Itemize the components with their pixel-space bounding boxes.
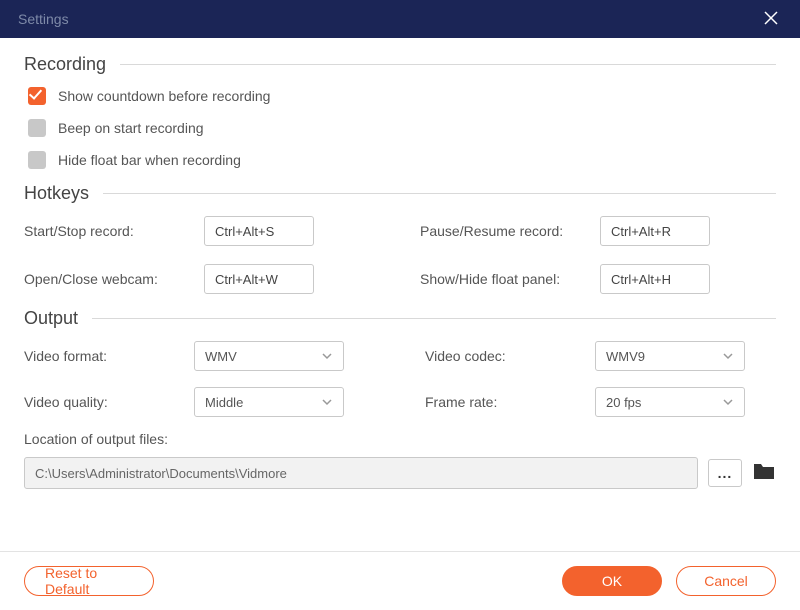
select-frame-rate[interactable]: 20 fps bbox=[595, 387, 745, 417]
section-output: Output Video format: WMV Video codec: WM… bbox=[24, 308, 776, 489]
output-label-frame-rate: Frame rate: bbox=[425, 394, 595, 410]
hotkey-input-float-panel[interactable] bbox=[600, 264, 710, 294]
close-icon[interactable] bbox=[758, 5, 784, 34]
select-video-quality-value: Middle bbox=[205, 395, 243, 410]
titlebar: Settings bbox=[0, 0, 800, 38]
divider bbox=[120, 64, 776, 65]
chevron-down-icon bbox=[321, 396, 333, 408]
chevron-down-icon bbox=[722, 350, 734, 362]
checkbox-beep[interactable] bbox=[28, 119, 46, 137]
divider bbox=[92, 318, 776, 319]
section-recording: Recording Show countdown before recordin… bbox=[24, 54, 776, 169]
footer: Reset to Default OK Cancel bbox=[0, 551, 800, 610]
divider bbox=[103, 193, 776, 194]
checkbox-hide-float[interactable] bbox=[28, 151, 46, 169]
output-label-video-quality: Video quality: bbox=[24, 394, 194, 410]
checkbox-countdown[interactable] bbox=[28, 87, 46, 105]
window-title: Settings bbox=[18, 11, 69, 27]
select-video-format[interactable]: WMV bbox=[194, 341, 344, 371]
output-location-input[interactable] bbox=[24, 457, 698, 489]
hotkey-input-start-stop[interactable] bbox=[204, 216, 314, 246]
reset-button[interactable]: Reset to Default bbox=[24, 566, 154, 596]
hotkey-label-webcam: Open/Close webcam: bbox=[24, 271, 204, 287]
select-video-format-value: WMV bbox=[205, 349, 237, 364]
hotkey-input-pause-resume[interactable] bbox=[600, 216, 710, 246]
checkbox-countdown-label: Show countdown before recording bbox=[58, 88, 270, 104]
hotkey-label-pause-resume: Pause/Resume record: bbox=[420, 223, 600, 239]
select-video-quality[interactable]: Middle bbox=[194, 387, 344, 417]
select-frame-rate-value: 20 fps bbox=[606, 395, 641, 410]
output-label-video-format: Video format: bbox=[24, 348, 194, 364]
open-folder-icon[interactable] bbox=[752, 461, 776, 486]
hotkey-label-start-stop: Start/Stop record: bbox=[24, 223, 204, 239]
section-title-hotkeys: Hotkeys bbox=[24, 183, 89, 204]
output-location-label: Location of output files: bbox=[24, 431, 776, 447]
chevron-down-icon bbox=[722, 396, 734, 408]
section-hotkeys: Hotkeys Start/Stop record: Pause/Resume … bbox=[24, 183, 776, 294]
select-video-codec[interactable]: WMV9 bbox=[595, 341, 745, 371]
cancel-button[interactable]: Cancel bbox=[676, 566, 776, 596]
chevron-down-icon bbox=[321, 350, 333, 362]
hotkey-input-webcam[interactable] bbox=[204, 264, 314, 294]
section-title-recording: Recording bbox=[24, 54, 106, 75]
hotkey-label-float-panel: Show/Hide float panel: bbox=[420, 271, 600, 287]
checkbox-hide-float-label: Hide float bar when recording bbox=[58, 152, 241, 168]
output-label-video-codec: Video codec: bbox=[425, 348, 595, 364]
browse-button[interactable]: ... bbox=[708, 459, 742, 487]
select-video-codec-value: WMV9 bbox=[606, 349, 645, 364]
section-title-output: Output bbox=[24, 308, 78, 329]
ok-button[interactable]: OK bbox=[562, 566, 662, 596]
checkbox-beep-label: Beep on start recording bbox=[58, 120, 204, 136]
